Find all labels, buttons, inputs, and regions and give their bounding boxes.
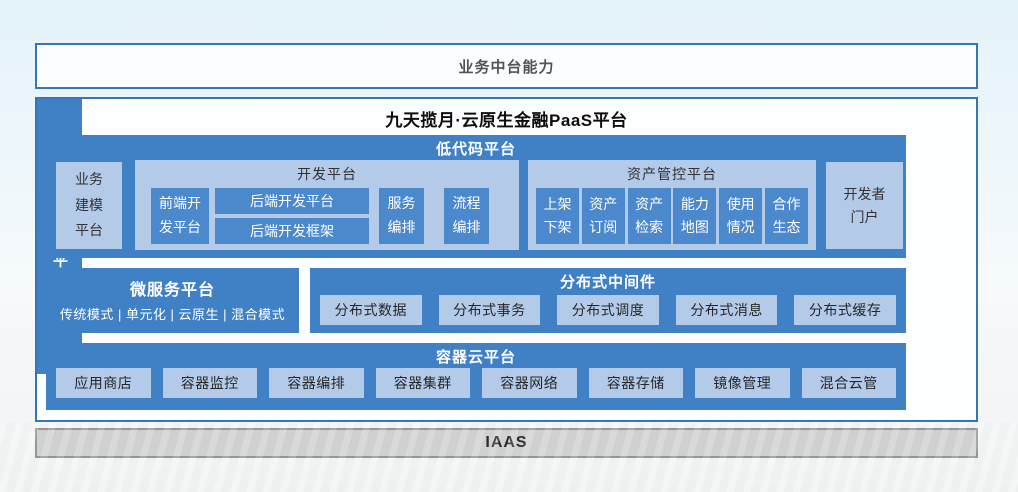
distributed-middleware-section: 分布式中间件 分布式数据 分布式事务 分布式调度 分布式消息 分布式缓存: [310, 268, 906, 333]
backend-dev-platform-box: 后端开发平台: [215, 188, 369, 214]
business-modeling-box: 业务 建模 平台: [56, 162, 122, 249]
container-item-cluster: 容器集群: [376, 368, 471, 398]
dev-platform-title: 开发平台: [135, 160, 519, 184]
platform-title: 九天揽月·云原生金融PaaS平台: [37, 106, 976, 131]
backend-dev-stack: 后端开发平台 后端开发框架: [215, 188, 369, 244]
middleware-item-transaction: 分布式事务: [439, 295, 541, 325]
backend-dev-framework-box: 后端开发框架: [215, 218, 369, 244]
process-orchestration-box: 流程 编排: [444, 188, 489, 244]
container-cloud-section: 容器云平台 应用商店 容器监控 容器编排 容器集群 容器网络 容器存储 镜像管理…: [46, 343, 906, 410]
container-item-network: 容器网络: [482, 368, 577, 398]
microservice-modes: 传统模式 | 单元化 | 云原生 | 混合模式: [46, 300, 299, 323]
developer-portal-box: 开发者 门户: [826, 162, 903, 249]
container-cloud-title: 容器云平台: [46, 343, 906, 367]
dev-platform-panel: 开发平台 前端开 发平台 后端开发平台 后端开发框架 服务 编排 流程 编排: [135, 160, 519, 250]
microservice-platform-title: 微服务平台: [46, 268, 299, 300]
banner-label: 业务中台能力: [458, 56, 554, 77]
middleware-item-cache: 分布式缓存: [794, 295, 896, 325]
middleware-item-messaging: 分布式消息: [676, 295, 778, 325]
container-items-row: 应用商店 容器监控 容器编排 容器集群 容器网络 容器存储 镜像管理 混合云管: [56, 368, 896, 398]
middleware-items-row: 分布式数据 分布式事务 分布式调度 分布式消息 分布式缓存: [320, 295, 896, 325]
container-item-image-mgmt: 镜像管理: [695, 368, 790, 398]
asset-item-usage: 使用 情况: [719, 188, 762, 244]
business-midplatform-banner: 业务中台能力: [35, 43, 978, 89]
container-item-orchestration: 容器编排: [269, 368, 364, 398]
container-item-hybrid-cloud: 混合云管: [802, 368, 897, 398]
microservice-platform-section: 微服务平台 传统模式 | 单元化 | 云原生 | 混合模式: [46, 268, 299, 333]
service-orchestration-box: 服务 编排: [379, 188, 424, 244]
frontend-dev-platform-box: 前端开 发平台: [151, 188, 209, 244]
distributed-middleware-title: 分布式中间件: [310, 268, 906, 292]
iaas-bar: IAAS: [35, 428, 978, 458]
asset-item-ecosystem: 合作 生态: [765, 188, 808, 244]
container-item-app-store: 应用商店: [56, 368, 151, 398]
lowcode-platform-title: 低代码平台: [46, 135, 906, 159]
middleware-item-data: 分布式数据: [320, 295, 422, 325]
asset-control-title: 资产管控平台: [528, 160, 816, 184]
middleware-item-scheduling: 分布式调度: [557, 295, 659, 325]
architecture-diagram: 业务中台能力 九天揽月·云原生金融PaaS平台 低代码平台 业务 建模 平台 开…: [0, 0, 1018, 492]
container-item-monitoring: 容器监控: [163, 368, 258, 398]
container-item-storage: 容器存储: [589, 368, 684, 398]
paas-platform-panel: 九天揽月·云原生金融PaaS平台 低代码平台 业务 建模 平台 开发平台 前端开…: [35, 97, 978, 422]
asset-item-subscription: 资产 订阅: [582, 188, 625, 244]
asset-item-capability-map: 能力 地图: [673, 188, 716, 244]
asset-items-row: 上架 下架 资产 订阅 资产 检索 能力 地图 使用 情况 合作 生态: [536, 188, 808, 244]
asset-control-panel: 资产管控平台 上架 下架 资产 订阅 资产 检索 能力 地图 使用 情况 合作 …: [528, 160, 816, 250]
asset-item-search: 资产 检索: [628, 188, 671, 244]
lowcode-platform-section: 低代码平台 业务 建模 平台 开发平台 前端开 发平台 后端开发平台 后端开发框…: [46, 135, 906, 258]
iaas-label: IAAS: [485, 434, 527, 452]
asset-item-listing: 上架 下架: [536, 188, 579, 244]
